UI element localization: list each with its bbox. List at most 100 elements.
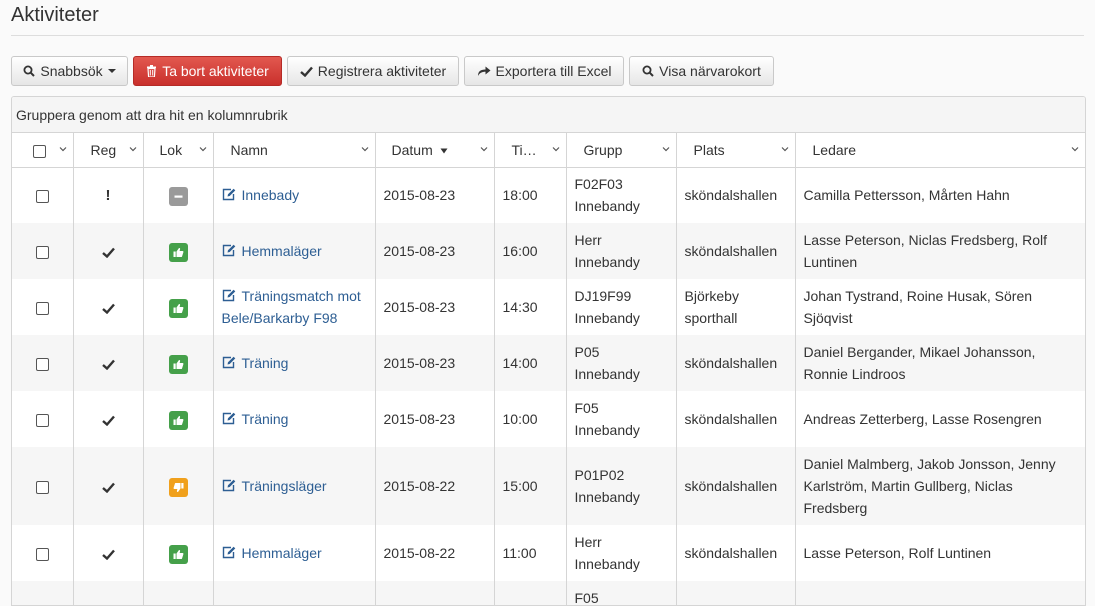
check-icon [101,549,115,560]
activity-name: Träningsmatch mot Bele/Barkarby F98 [221,288,361,326]
table-row[interactable]: Träningsläger 2015-08-22 15:00 P01P02 Inneb… [12,447,1085,525]
reg-cell [73,335,144,391]
row-select-cell [12,391,74,447]
table-row[interactable]: Träning 2015-08-23 14:00 P05 Innebandy skönd… [12,335,1085,391]
lok-cell [143,391,214,447]
attendance-card-button[interactable]: Visa närvarokort [629,56,774,86]
datum-cell: 2015-08-23 [375,223,495,279]
lok-cell [143,335,214,391]
activity-link[interactable]: Hemmaläger [222,243,322,259]
activity-link[interactable]: Innebady [222,187,299,203]
ledare-value: Daniel Bergander, Mikael Johansson, Ronn… [803,344,1036,382]
row-select-cell [12,279,74,335]
column-header-plats[interactable]: Plats [676,133,796,168]
column-menu-icon[interactable] [59,145,67,153]
column-header-grupp[interactable]: Grupp [566,133,677,168]
row-checkbox[interactable] [35,480,49,494]
plats-value: sköndalshallen [684,411,778,427]
thumbs-up-icon [168,298,188,318]
column-header-datum[interactable]: Datum [375,133,495,168]
quicksearch-button[interactable]: Snabbsök [11,56,128,86]
delete-activities-button[interactable]: Ta bort aktiviteter [133,56,282,86]
column-menu-icon[interactable] [199,145,207,153]
row-checkbox[interactable] [35,301,49,315]
column-menu-icon[interactable] [480,145,488,153]
row-checkbox[interactable] [35,245,49,259]
column-label-tid: Ti… [511,141,537,158]
activity-link[interactable]: Träning [222,355,289,371]
column-label-namn: Namn [230,141,268,158]
datum-value: 2015-08-22 [383,478,456,494]
row-select-cell [12,447,74,525]
grupp-cell: DJ19F99 Innebandy [566,279,677,335]
select-all-checkbox[interactable] [33,144,46,158]
trash-icon [146,65,157,77]
table-row[interactable]: Träningsmatch mot Bele/Barkarby F98 2015-… [12,279,1085,335]
grupp-value: Herr Innebandy [574,534,640,572]
activity-link[interactable]: Hemmaläger [222,545,322,561]
caret-down-icon [107,69,116,73]
column-label-plats: Plats [693,141,725,158]
column-label-ledare: Ledare [812,141,857,158]
column-label-lok: Lok [159,141,183,158]
tid-cell: 16:00 [494,223,567,279]
sort-desc-icon [440,148,448,154]
table-row[interactable]: Hemmaläger 2015-08-23 16:00 Herr Innebandy s… [12,223,1085,279]
check-icon [101,415,115,426]
thumbs-up-icon [168,354,188,374]
column-header-ledare[interactable]: Ledare [795,133,1085,168]
activity-link[interactable]: Träningsmatch mot Bele/Barkarby F98 [222,288,361,326]
column-menu-icon[interactable] [129,145,137,153]
group-drop-area[interactable]: Gruppera genom att dra hit en kolumnrubr… [12,97,1085,133]
activity-link[interactable]: Träning [222,411,289,427]
namn-cell: Träning [213,391,376,447]
search-icon [642,65,654,77]
plats-cell: sköndalshallen [676,391,796,447]
column-menu-icon[interactable] [1071,145,1079,153]
datum-cell: 2015-08-23 [375,167,495,223]
datum-value: 2015-08-22 [383,545,456,561]
column-menu-icon[interactable] [552,145,560,153]
row-checkbox[interactable] [35,357,49,371]
ledare-cell: Camilla Pettersson, Mårten Hahn [795,167,1085,223]
row-checkbox[interactable] [35,190,49,204]
column-menu-icon[interactable] [781,145,789,153]
table-row[interactable]: Träning 2015-08-23 10:00 F05 Innebandy skönd… [12,391,1085,447]
activity-name: Träning [241,411,289,427]
table-row[interactable]: Hemmaläger 2015-08-22 11:00 Herr Innebandy s… [12,525,1085,581]
activity-name: Träning [241,355,289,371]
ledare-cell: Johan Tystrand, Roine Husak, Sören Sjöqv… [795,279,1085,335]
activity-name: Hemmaläger [241,545,322,561]
thumbs-down-icon [168,477,188,497]
column-header-tid[interactable]: Ti… [494,133,567,168]
table-row[interactable]: ! Innebady 2015-08-23 18:00 F02F03 Innebandy… [12,167,1085,223]
datum-cell: 2015-08-22 [375,525,495,581]
column-menu-icon[interactable] [662,145,670,153]
column-header-reg[interactable]: Reg [73,133,144,168]
minus-icon [168,187,188,207]
activity-link[interactable]: Träningsläger [222,478,327,494]
row-checkbox[interactable] [35,547,49,561]
grupp-cell: Herr Innebandy [566,223,677,279]
column-header-namn[interactable]: Namn [213,133,376,168]
datum-value: 2015-08-23 [383,187,456,204]
column-header-lok[interactable]: Lok [143,133,214,168]
column-menu-icon[interactable] [361,145,369,153]
plats-value: Björkeby sporthall [684,288,739,326]
register-activities-button[interactable]: Registrera aktiviteter [287,56,459,86]
plats-value: sköndalshallen [684,478,778,494]
title-divider [11,35,1084,36]
datum-cell: 2015-08-23 [375,335,495,391]
row-checkbox[interactable] [35,413,49,427]
ledare-cell: Lasse Peterson, Rolf Luntinen [795,525,1085,581]
table-body: ! Innebady 2015-08-23 18:00 F02F03 Innebandy… [12,167,1085,605]
check-icon [300,66,313,77]
tid-value: 16:00 [502,243,538,259]
tid-cell: 10:00 [494,391,567,447]
datum-value: 2015-08-23 [383,243,456,259]
ledare-cell: Andreas Zetterberg, Lasse Rosengren [795,391,1085,447]
export-excel-button[interactable]: Exportera till Excel [464,56,624,86]
attendance-card-label: Visa närvarokort [659,63,761,79]
delete-activities-label: Ta bort aktiviteter [162,63,269,79]
select-all-header[interactable] [12,133,74,168]
